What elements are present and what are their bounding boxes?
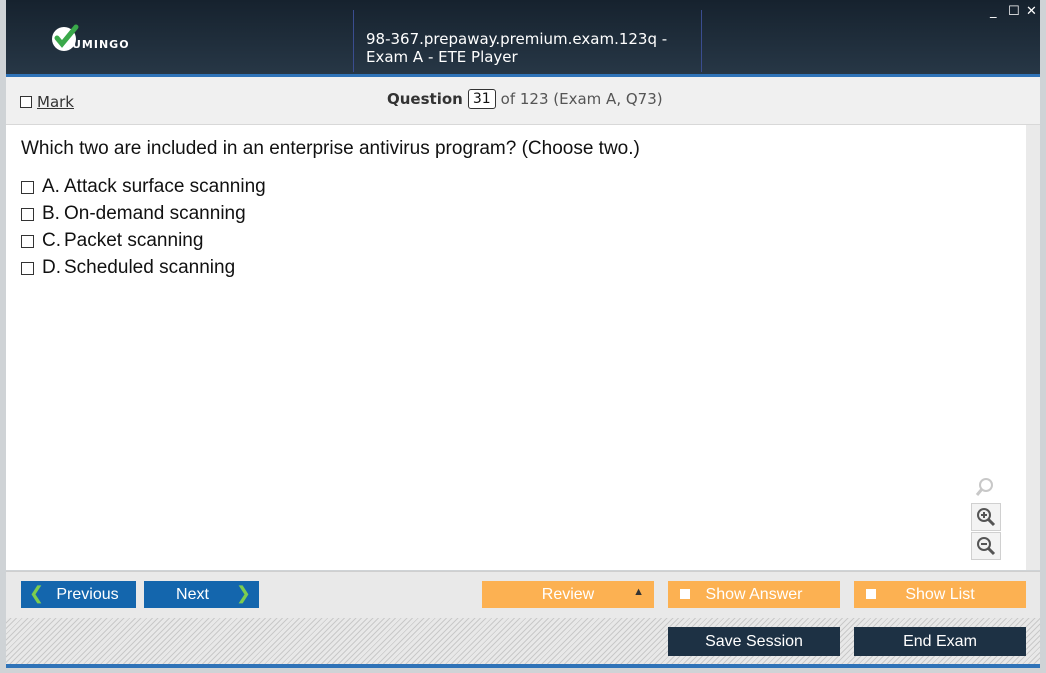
answer-option-d[interactable]: D. Scheduled scanning — [21, 257, 235, 279]
question-text: Which two are included in an enterprise … — [21, 138, 640, 159]
navigation-bar: ❮ Previous Next ❯ Review ▲ Show Answer S… — [6, 571, 1040, 619]
checkbox-icon — [20, 96, 32, 108]
checkbox-icon[interactable] — [21, 207, 34, 221]
question-info: Question 31 of 123 (Exam A, Q73) — [387, 89, 663, 109]
option-letter: B. — [42, 203, 60, 224]
option-text: Attack surface scanning — [64, 176, 266, 197]
chevron-right-icon: ❯ — [235, 583, 251, 603]
window-title: 98-367.prepaway.premium.exam.123q - Exam… — [366, 30, 668, 66]
question-content: Which two are included in an enterprise … — [6, 125, 1026, 570]
checkbox-icon[interactable] — [21, 234, 34, 248]
show-answer-label: Show Answer — [705, 585, 803, 603]
answer-option-b[interactable]: B. On-demand scanning — [21, 203, 246, 225]
title-divider — [353, 10, 354, 72]
mark-label: Mark — [37, 93, 74, 111]
checkbox-icon[interactable] — [21, 261, 34, 275]
show-list-label: Show List — [905, 585, 975, 603]
bottom-accent-line — [6, 664, 1040, 668]
question-label: Question — [387, 90, 463, 108]
logo-text: UMINGO — [72, 38, 130, 51]
option-text: Scheduled scanning — [64, 257, 236, 278]
minimize-icon[interactable]: _ — [990, 4, 997, 19]
review-button[interactable]: Review ▲ — [482, 581, 654, 608]
close-icon[interactable]: ✕ — [1026, 4, 1037, 19]
answer-option-c[interactable]: C. Packet scanning — [21, 230, 203, 252]
scrollbar[interactable] — [1026, 125, 1040, 570]
question-header: Mark Question 31 of 123 (Exam A, Q73) — [6, 77, 1040, 125]
option-text: Packet scanning — [64, 230, 204, 251]
mark-checkbox[interactable]: Mark — [20, 93, 74, 111]
title-bar: UMINGO 98-367.prepaway.premium.exam.123q… — [6, 0, 1040, 77]
save-session-button[interactable]: Save Session — [668, 627, 840, 656]
option-letter: A. — [42, 176, 60, 197]
answer-option-a[interactable]: A. Attack surface scanning — [21, 176, 266, 198]
review-label: Review — [541, 585, 595, 603]
option-letter: C. — [42, 230, 61, 251]
show-list-button[interactable]: Show List — [854, 581, 1026, 608]
question-number-input[interactable]: 31 — [467, 89, 496, 109]
next-label: Next — [176, 585, 209, 603]
zoom-out-icon[interactable] — [971, 532, 1001, 560]
maximize-icon[interactable]: ☐ — [1008, 4, 1020, 19]
triangle-up-icon[interactable]: ▲ — [633, 586, 644, 598]
checkbox-icon — [866, 589, 876, 599]
next-button[interactable]: Next ❯ — [144, 581, 259, 608]
end-exam-button[interactable]: End Exam — [854, 627, 1026, 656]
app-window: UMINGO 98-367.prepaway.premium.exam.123q… — [0, 0, 1046, 673]
question-total: of 123 (Exam A, Q73) — [500, 90, 663, 108]
show-answer-button[interactable]: Show Answer — [668, 581, 840, 608]
previous-label: Previous — [56, 585, 119, 603]
search-icon[interactable] — [971, 474, 999, 500]
chevron-left-icon: ❮ — [29, 583, 45, 603]
option-text: On-demand scanning — [64, 203, 246, 224]
previous-button[interactable]: ❮ Previous — [21, 581, 136, 608]
zoom-in-icon[interactable] — [971, 503, 1001, 531]
checkbox-icon[interactable] — [21, 180, 34, 194]
footer-bar: Save Session End Exam — [6, 618, 1040, 665]
checkbox-icon — [680, 589, 690, 599]
option-letter: D. — [42, 257, 61, 278]
